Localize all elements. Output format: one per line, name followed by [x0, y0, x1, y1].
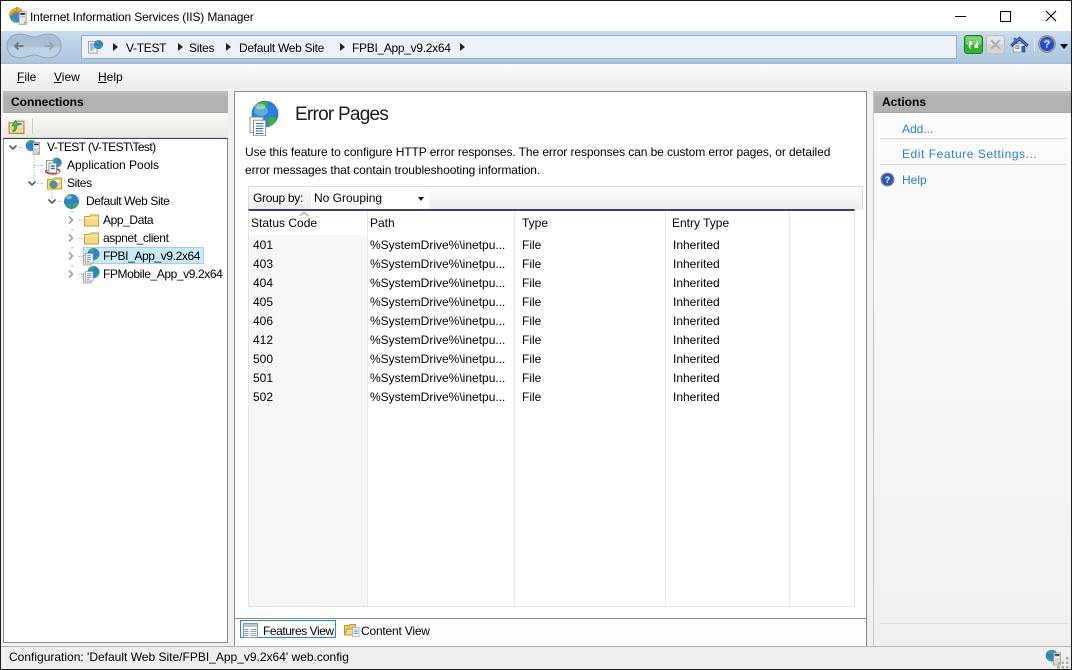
svg-text:?: ?	[1044, 39, 1050, 51]
svg-text:?: ?	[885, 175, 891, 185]
